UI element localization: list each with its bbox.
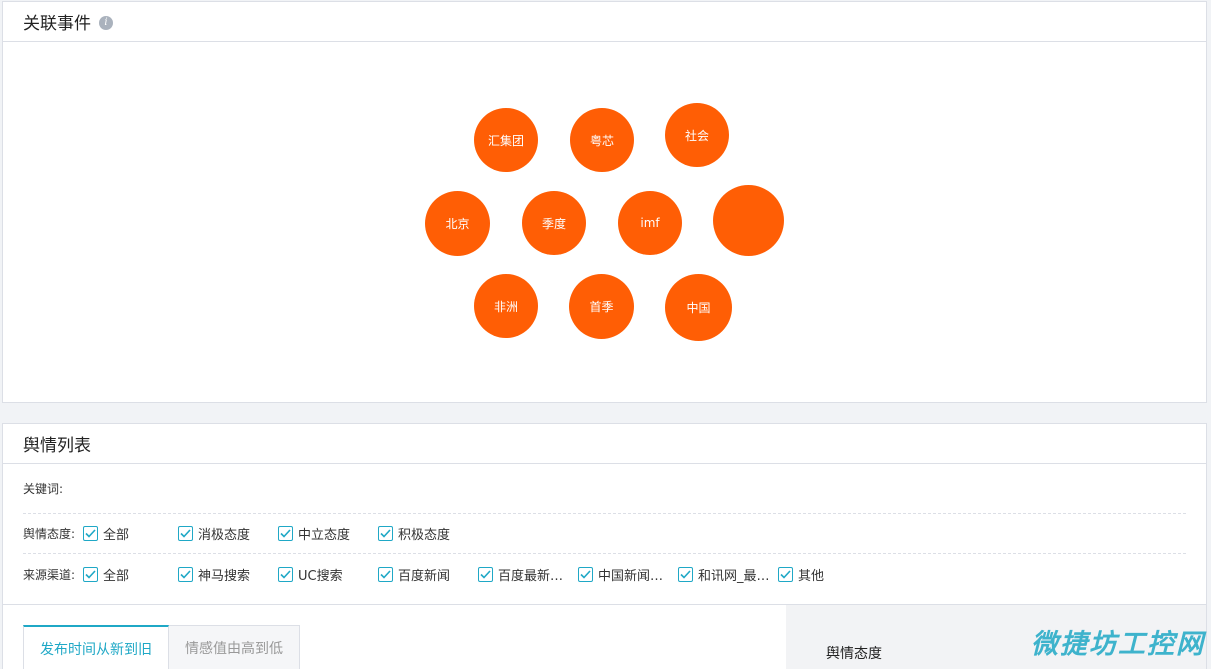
- results-area: 发布时间从新到旧 情感值由高到低 舆情态度: [3, 604, 1206, 669]
- panel-header: 关联事件 i: [3, 2, 1206, 42]
- panel-header: 舆情列表: [3, 424, 1206, 464]
- checkbox-sentiment-negative[interactable]: 消极态度: [178, 524, 278, 543]
- checkbox-label: 全部: [103, 528, 130, 543]
- check-icon: [178, 566, 193, 582]
- event-bubble[interactable]: imf: [618, 191, 682, 255]
- checkbox-label: 百度新闻: [398, 568, 451, 584]
- event-bubble[interactable]: 北京: [425, 191, 490, 256]
- event-bubble[interactable]: 汇集团: [474, 108, 538, 172]
- keyword-row: 关键词:: [23, 464, 1186, 514]
- event-bubble[interactable]: 季度: [522, 191, 586, 255]
- checkbox-label: 和讯网_最…: [698, 568, 770, 584]
- checkbox-sentiment-all[interactable]: 全部: [83, 524, 178, 543]
- source-filter-row: 来源渠道: 全部 神马搜索 UC搜索 百度新闻 百度最新… 中国新闻… 和讯网_…: [23, 554, 1186, 594]
- checkbox-source-uc[interactable]: UC搜索: [278, 565, 378, 584]
- checkbox-label: 全部: [103, 568, 130, 584]
- keyword-label: 关键词:: [23, 482, 64, 496]
- check-icon: [83, 526, 98, 541]
- tab-sort-by-sentiment[interactable]: 情感值由高到低: [169, 625, 300, 669]
- check-icon: [678, 566, 693, 582]
- check-icon: [778, 566, 793, 582]
- checkbox-label: 百度最新…: [498, 568, 564, 584]
- checkbox-label: 神马搜索: [198, 568, 251, 584]
- checkbox-source-shenma[interactable]: 神马搜索: [178, 565, 278, 584]
- checkbox-sentiment-positive[interactable]: 积极态度: [378, 524, 478, 543]
- checkbox-label: 消极态度: [198, 528, 251, 543]
- event-bubble[interactable]: 社会: [665, 103, 729, 167]
- checkbox-label: 中国新闻…: [598, 568, 664, 584]
- info-icon[interactable]: i: [99, 15, 113, 30]
- check-icon: [83, 566, 98, 582]
- check-icon: [278, 566, 293, 582]
- event-bubble[interactable]: 首季: [569, 274, 634, 339]
- sort-tabs: 发布时间从新到旧 情感值由高到低: [23, 625, 300, 669]
- check-icon: [378, 526, 393, 541]
- checkbox-source-baidu-latest[interactable]: 百度最新…: [478, 565, 578, 584]
- checkbox-label: 积极态度: [398, 528, 451, 543]
- sentiment-filter-label: 舆情态度:: [23, 527, 76, 541]
- event-bubble[interactable]: [713, 185, 784, 256]
- checkbox-source-baidu-news[interactable]: 百度新闻: [378, 565, 478, 584]
- checkbox-source-hexun[interactable]: 和讯网_最…: [678, 565, 778, 584]
- check-icon: [178, 526, 193, 541]
- checkbox-label: 中立态度: [298, 528, 351, 543]
- watermark-logo: 微捷坊工控网: [1031, 629, 1205, 660]
- checkbox-label: 其他: [798, 568, 825, 584]
- event-bubble[interactable]: 中国: [665, 274, 732, 341]
- sentiment-filter-row: 舆情态度: 全部 消极态度 中立态度 积极态度: [23, 514, 1186, 554]
- panel-title: 舆情列表: [23, 436, 91, 456]
- tab-sort-by-time[interactable]: 发布时间从新到旧: [23, 625, 169, 669]
- checkbox-source-other[interactable]: 其他: [778, 565, 858, 584]
- checkbox-source-all[interactable]: 全部: [83, 565, 178, 584]
- related-events-panel: 关联事件 i 汇集团 粤芯 社会 北京 季度 imf 非洲 首季 中国: [2, 1, 1207, 403]
- panel-title: 关联事件: [23, 14, 91, 34]
- check-icon: [478, 566, 493, 582]
- event-bubble[interactable]: 非洲: [474, 274, 538, 338]
- check-icon: [378, 566, 393, 582]
- bubble-chart: 汇集团 粤芯 社会 北京 季度 imf 非洲 首季 中国: [3, 42, 1206, 402]
- filter-area: 关键词: 舆情态度: 全部 消极态度 中立态度 积极态度 来源渠道: 全部 神马…: [3, 464, 1206, 594]
- event-bubble[interactable]: 粤芯: [570, 108, 634, 172]
- check-icon: [578, 566, 593, 582]
- sentiment-list-panel: 舆情列表 关键词: 舆情态度: 全部 消极态度 中立态度 积极态度 来源渠道: …: [2, 423, 1207, 669]
- checkbox-label: UC搜索: [298, 568, 343, 584]
- checkbox-source-chinanews[interactable]: 中国新闻…: [578, 565, 678, 584]
- sentiment-summary-title: 舆情态度: [826, 646, 882, 662]
- checkbox-sentiment-neutral[interactable]: 中立态度: [278, 524, 378, 543]
- source-filter-label: 来源渠道:: [23, 567, 76, 582]
- check-icon: [278, 526, 293, 541]
